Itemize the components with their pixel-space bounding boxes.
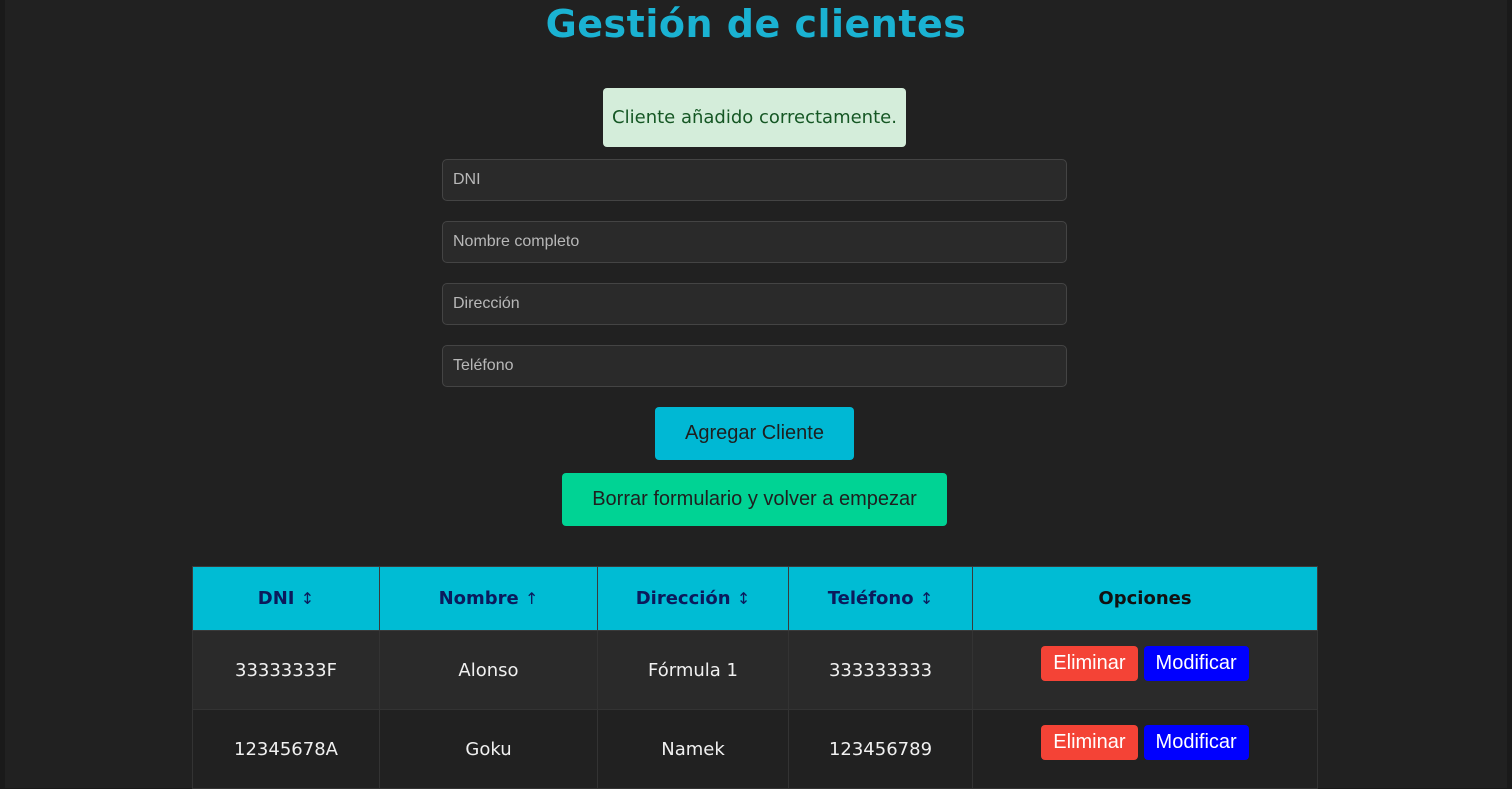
modify-button[interactable]: Modificar [1143, 724, 1249, 760]
column-header-telefono[interactable]: Teléfono ↕ [788, 566, 973, 631]
sort-both-icon: ↕ [736, 589, 751, 608]
table-header-row: DNI ↕ Nombre ↑ Dirección ↕ Teléfono ↕ Op… [192, 566, 1318, 631]
cell-dni: 12345678A [192, 709, 380, 789]
table-row: 33333333F Alonso Fórmula 1 333333333 Eli… [192, 630, 1318, 710]
page: Gestión de clientes Cliente añadido corr… [5, 0, 1507, 789]
cell-nombre: Alonso [379, 630, 598, 710]
column-label: Teléfono [827, 588, 914, 609]
telefono-input[interactable] [442, 345, 1067, 387]
cell-telefono: 123456789 [788, 709, 973, 789]
cell-telefono: 333333333 [788, 630, 973, 710]
reset-form-button[interactable]: Borrar formulario y volver a empezar [562, 473, 947, 526]
column-header-opciones: Opciones [972, 566, 1318, 631]
row-actions: Eliminar Modificar [973, 724, 1317, 760]
cell-direccion: Fórmula 1 [597, 630, 789, 710]
dni-input[interactable] [442, 159, 1067, 201]
sort-both-icon: ↕ [919, 589, 934, 608]
row-actions: Eliminar Modificar [973, 645, 1317, 681]
direccion-input[interactable] [442, 283, 1067, 325]
column-label: Opciones [1098, 588, 1192, 609]
nombre-input[interactable] [442, 221, 1067, 263]
cell-nombre: Goku [379, 709, 598, 789]
add-client-button[interactable]: Agregar Cliente [655, 407, 854, 460]
sort-ascending-icon: ↑ [525, 589, 539, 608]
column-label: DNI [257, 588, 295, 609]
sort-both-icon: ↕ [300, 589, 315, 608]
column-header-dni[interactable]: DNI ↕ [192, 566, 380, 631]
table-row: 12345678A Goku Namek 123456789 Eliminar … [192, 709, 1318, 789]
success-alert: Cliente añadido correctamente. [603, 88, 906, 147]
cell-opciones: Eliminar Modificar [972, 709, 1318, 789]
column-header-direccion[interactable]: Dirección ↕ [597, 566, 789, 631]
delete-button[interactable]: Eliminar [1041, 724, 1138, 760]
modify-button[interactable]: Modificar [1143, 645, 1249, 681]
cell-dni: 33333333F [192, 630, 380, 710]
page-title: Gestión de clientes [545, 2, 967, 46]
column-label: Nombre [438, 588, 519, 609]
clients-table: DNI ↕ Nombre ↑ Dirección ↕ Teléfono ↕ Op… [192, 566, 1318, 789]
column-header-nombre[interactable]: Nombre ↑ [379, 566, 598, 631]
cell-direccion: Namek [597, 709, 789, 789]
column-label: Dirección [635, 588, 731, 609]
cell-opciones: Eliminar Modificar [972, 630, 1318, 710]
delete-button[interactable]: Eliminar [1041, 645, 1138, 681]
